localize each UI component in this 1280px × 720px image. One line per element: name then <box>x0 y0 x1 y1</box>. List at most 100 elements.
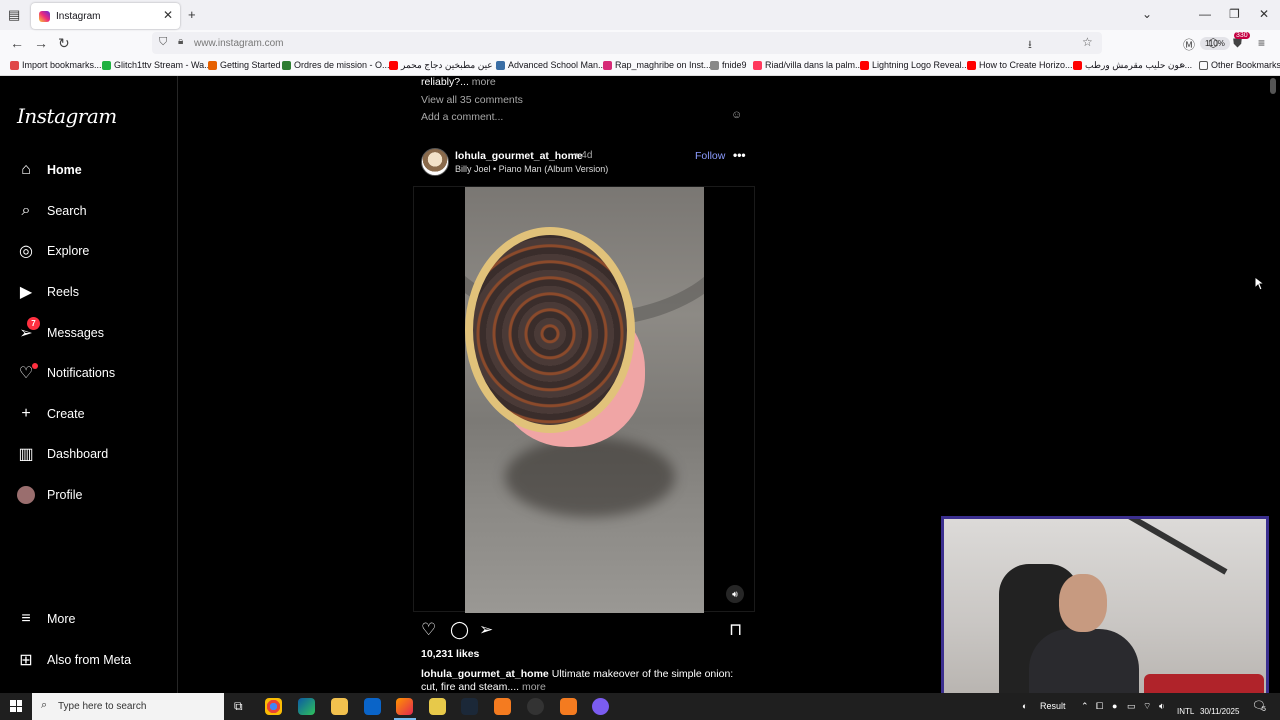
volume-icon[interactable]: 🔉︎ <box>1159 701 1165 712</box>
app-icon[interactable] <box>494 698 511 715</box>
sidebar-item-profile[interactable]: Profile <box>16 483 82 507</box>
url-bar[interactable]: ⛉ 🔒︎ www.instagram.com ⭳ 110% ☆ <box>152 32 1230 55</box>
prev-post-caption: reliably?... more <box>421 76 496 88</box>
post-video[interactable] <box>465 187 704 613</box>
sidebar-item-dashboard[interactable]: ▥ Dashboard <box>16 442 108 466</box>
sidebar-item-home[interactable]: ⌂ Home <box>16 158 82 182</box>
windows-start-icon[interactable] <box>10 700 22 712</box>
app-icon[interactable] <box>429 698 446 715</box>
tray-app-icon[interactable]: ◐ <box>1022 701 1027 711</box>
bookmark-save-icon[interactable]: ⊓ <box>729 620 742 640</box>
chevron-up-icon[interactable]: ⌃ <box>1081 701 1089 712</box>
sidebar-item-search[interactable]: ⌕ Search <box>16 199 87 223</box>
like-icon[interactable]: ♡ <box>421 620 436 640</box>
audio-icon[interactable]: 🔊︎ <box>726 585 744 603</box>
plus-icon: + <box>21 405 31 422</box>
add-comment-input[interactable]: Add a comment... <box>421 111 503 123</box>
folder-icon <box>1199 60 1208 70</box>
bookmark-item[interactable]: Lightning Logo Reveal... <box>860 60 969 70</box>
bookmark-item[interactable]: How to Create Horizo... <box>967 60 1073 70</box>
sidebar-item-notifications[interactable]: ♡ Notifications <box>16 361 115 385</box>
battery-icon[interactable]: ▭ <box>1127 701 1136 712</box>
file-explorer-icon[interactable] <box>331 698 348 715</box>
tab-instagram[interactable]: Instagram ✕ <box>31 3 180 29</box>
clock-date[interactable]: 30/11/2025 <box>1200 707 1239 716</box>
share-icon[interactable]: ➢ <box>479 620 493 640</box>
follow-button[interactable]: Follow <box>695 150 725 162</box>
task-view-icon[interactable]: ⧉ <box>234 699 243 714</box>
sidebar-item-also-from-meta[interactable]: ⊞ Also from Meta <box>16 648 131 672</box>
restore-icon[interactable]: ❐ <box>1229 7 1240 21</box>
sidebar-item-create[interactable]: + Create <box>16 402 84 426</box>
bookmark-item[interactable]: Import bookmarks... <box>10 60 102 70</box>
heart-icon: ♡ <box>16 363 38 383</box>
reload-icon[interactable]: ↻ <box>58 35 70 52</box>
comment-icon[interactable]: ◯ <box>450 620 469 640</box>
post-author-avatar[interactable] <box>421 148 449 176</box>
input-language[interactable]: INTL <box>1177 707 1194 716</box>
taskbar-search[interactable]: ⌕ Type here to search <box>32 693 224 720</box>
star-icon[interactable]: ☆ <box>1082 35 1093 49</box>
post-media[interactable]: 🔊︎ <box>413 186 755 613</box>
shield-icon[interactable]: ⛉ <box>159 36 167 49</box>
post-actions: ♡ ◯ ➢ ⊓ <box>413 620 755 642</box>
sidebar-item-reels[interactable]: ▶ Reels <box>16 280 79 304</box>
sidebar-item-messages[interactable]: ➢ 7 Messages <box>16 317 104 345</box>
tray-result[interactable]: Result <box>1040 701 1066 711</box>
bookmark-item[interactable]: Rap_maghribe on Inst... <box>603 60 711 70</box>
app-icon[interactable] <box>560 698 577 715</box>
more-options-icon[interactable]: ••• <box>733 148 746 162</box>
account-icon[interactable]: Ⓜ <box>1183 36 1195 53</box>
new-tab-icon[interactable]: + <box>188 7 196 22</box>
sidebar-item-more[interactable]: ≡ More <box>16 607 75 631</box>
caption-more-link[interactable]: more <box>522 681 546 693</box>
tab-list-icon[interactable]: ▤ <box>8 7 20 23</box>
sidebar-item-explore[interactable]: ◎ Explore <box>16 239 89 263</box>
post-username[interactable]: lohula_gourmet_at_home <box>455 150 583 162</box>
edge-icon[interactable] <box>298 698 315 715</box>
wifi-icon[interactable]: ⌔ <box>1143 701 1151 712</box>
steam-icon[interactable] <box>461 698 478 715</box>
microphone-icon[interactable]: ● <box>1112 701 1117 711</box>
post-audio[interactable]: Billy Joel • Piano Man (Album Version) <box>455 164 608 174</box>
bookmark-item[interactable]: عين مطبخين دجاج محمر ... <box>389 60 503 71</box>
caption-username[interactable]: lohula_gourmet_at_home <box>421 668 549 680</box>
person <box>1029 574 1139 697</box>
sidebar-item-label: Explore <box>47 244 90 258</box>
view-comments-link[interactable]: View all 35 comments <box>421 94 523 106</box>
person-body <box>1029 629 1139 697</box>
sidebar-item-label: Reels <box>47 285 79 299</box>
url-text[interactable]: www.instagram.com <box>194 38 283 49</box>
bookmark-item[interactable]: Ordres de mission - O... <box>282 60 390 70</box>
bookmark-item[interactable]: Riad/villa dans la palm... <box>753 60 863 70</box>
app-icon[interactable] <box>592 698 609 715</box>
obs-icon[interactable] <box>527 698 544 715</box>
other-bookmarks[interactable]: Other Bookmarks <box>1199 60 1280 70</box>
emoji-icon[interactable]: ☺ <box>731 109 742 121</box>
bookmark-item[interactable]: Advanced School Man... <box>496 60 606 70</box>
chevron-down-icon[interactable]: ⌄ <box>1142 7 1152 21</box>
bookmarks-overflow-icon[interactable]: » <box>1180 60 1185 70</box>
close-tab-icon[interactable]: ✕ <box>163 8 173 22</box>
lock-icon[interactable]: 🔒︎ <box>178 36 183 47</box>
bookmark-item[interactable]: عون حليب مقرمش ورطب... <box>1073 60 1192 71</box>
bookmark-item[interactable]: Getting Started <box>208 60 281 70</box>
bookmark-item[interactable]: fnide9 <box>710 60 747 70</box>
forward-icon[interactable]: → <box>34 35 48 51</box>
prev-more-link[interactable]: more <box>472 76 496 88</box>
back-icon[interactable]: ← <box>10 35 24 51</box>
outlook-icon[interactable] <box>364 698 381 715</box>
instagram-logo[interactable]: Instagram <box>17 104 117 128</box>
bookmark-icon <box>710 60 719 70</box>
download-page-icon[interactable]: ⭳ <box>1028 36 1032 55</box>
scrollbar[interactable] <box>1270 78 1276 94</box>
close-window-icon[interactable]: ✕ <box>1259 7 1269 21</box>
likes-count[interactable]: 10,231 likes <box>421 648 479 660</box>
menu-icon[interactable]: ≡ <box>1258 36 1265 50</box>
firefox-icon[interactable] <box>396 698 413 715</box>
chrome-icon[interactable] <box>265 698 282 715</box>
minimize-icon[interactable]: — <box>1199 7 1211 21</box>
bookmark-item[interactable]: Glitch1ttv Stream - Wa... <box>102 60 212 70</box>
extensions-icon[interactable]: ⬡ <box>1208 36 1218 50</box>
network-icon[interactable]: ⧠ <box>1096 701 1103 712</box>
